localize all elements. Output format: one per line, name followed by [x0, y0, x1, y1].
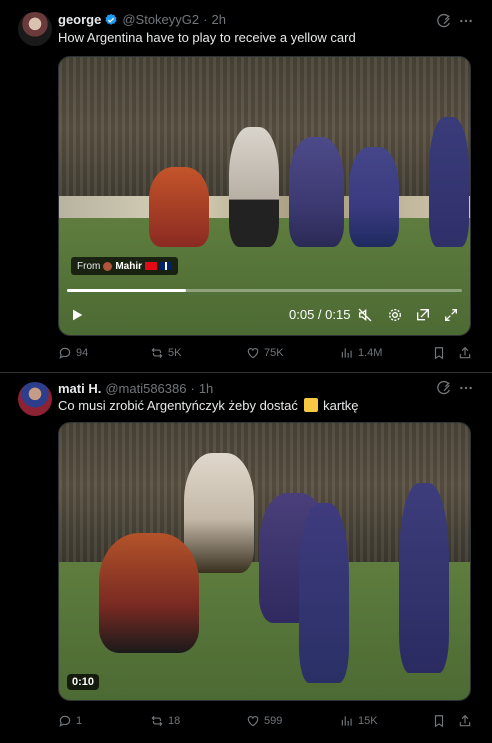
views-icon — [341, 716, 352, 726]
post-text: Co musi zrobić Argentyńczyk żeby dostać … — [58, 398, 359, 413]
like-button[interactable]: 599 — [246, 712, 282, 730]
video-player[interactable]: From Mahir 0:05 / 0:15 — [58, 56, 471, 336]
source-attribution[interactable]: From Mahir — [71, 257, 179, 275]
from-label: From — [77, 260, 101, 272]
more-icon[interactable] — [458, 13, 474, 29]
separator: · — [190, 381, 195, 396]
reply-button[interactable]: 94 — [58, 344, 88, 362]
author-name[interactable]: mati H. — [58, 381, 101, 396]
like-count: 75K — [264, 347, 284, 359]
grok-icon[interactable] — [436, 380, 452, 396]
views-button[interactable]: 15K — [340, 712, 378, 730]
post-header: george @StokeyyG2 · 2h — [58, 12, 226, 27]
views-icon — [341, 348, 352, 358]
repost-button[interactable]: 5K — [150, 344, 181, 362]
post-text: How Argentina have to play to receive a … — [58, 30, 356, 45]
post-time[interactable]: 2h — [211, 12, 225, 27]
heart-icon — [247, 716, 259, 727]
post-header: mati H. @mati586386 · 1h — [58, 381, 213, 396]
action-bar: 1 18 599 15K — [58, 712, 478, 730]
repost-button[interactable]: 18 — [150, 712, 180, 730]
reply-icon — [59, 347, 71, 359]
author-name[interactable]: george — [58, 12, 101, 27]
grok-icon[interactable] — [436, 13, 452, 29]
repost-icon — [151, 715, 163, 727]
video-frame — [59, 57, 470, 335]
share-icon[interactable] — [458, 712, 472, 730]
verified-badge-icon — [105, 13, 117, 25]
progress-bar[interactable] — [67, 289, 462, 292]
post[interactable]: mati H. @mati586386 · 1h Co musi zrobić … — [0, 373, 492, 743]
like-count: 599 — [264, 715, 283, 727]
view-count: 15K — [358, 715, 378, 727]
views-button[interactable]: 1.4M — [340, 344, 382, 362]
video-timecode: 0:05 / 0:15 — [289, 307, 351, 322]
post-text-before: Co musi zrobić Argentyńczyk żeby dostać — [58, 398, 298, 413]
video-player[interactable]: 0:10 — [58, 422, 471, 701]
video-frame — [59, 423, 470, 700]
video-duration: 0:10 — [67, 674, 100, 690]
video-controls: 0:05 / 0:15 — [59, 295, 470, 335]
reply-button[interactable]: 1 — [58, 712, 82, 730]
play-icon[interactable] — [69, 307, 85, 323]
post[interactable]: george @StokeyyG2 · 2h How Argentina hav… — [0, 0, 492, 373]
repost-icon — [151, 347, 163, 359]
post-text-after: kartkę — [323, 398, 359, 413]
action-bar: 94 5K 75K 1.4M — [58, 344, 478, 362]
post-time[interactable]: 1h — [199, 381, 213, 396]
uk-flag-icon — [160, 262, 173, 270]
avatar[interactable] — [18, 382, 52, 416]
reply-icon — [59, 715, 71, 727]
settings-icon[interactable] — [387, 307, 403, 323]
fullscreen-icon[interactable] — [443, 307, 459, 323]
repost-count: 18 — [168, 715, 181, 727]
picture-in-picture-icon[interactable] — [415, 307, 431, 323]
repost-count: 5K — [168, 347, 182, 359]
separator: · — [203, 12, 208, 27]
bookmark-icon[interactable] — [432, 344, 446, 362]
yellow-card-emoji-icon — [303, 398, 318, 412]
author-handle[interactable]: @mati586386 — [105, 381, 186, 396]
reply-count: 1 — [76, 715, 83, 727]
source-avatar-icon — [103, 261, 113, 271]
turkey-flag-icon — [145, 262, 158, 270]
author-handle[interactable]: @StokeyyG2 — [122, 12, 199, 27]
progress-fill — [67, 289, 186, 292]
avatar[interactable] — [18, 12, 52, 46]
bookmark-icon[interactable] — [432, 712, 446, 730]
source-name: Mahir — [115, 260, 143, 272]
reply-count: 94 — [76, 347, 89, 359]
heart-icon — [247, 348, 259, 359]
view-count: 1.4M — [358, 347, 383, 359]
share-icon[interactable] — [458, 344, 472, 362]
like-button[interactable]: 75K — [246, 344, 284, 362]
more-icon[interactable] — [458, 380, 474, 396]
mute-icon[interactable] — [357, 307, 373, 323]
